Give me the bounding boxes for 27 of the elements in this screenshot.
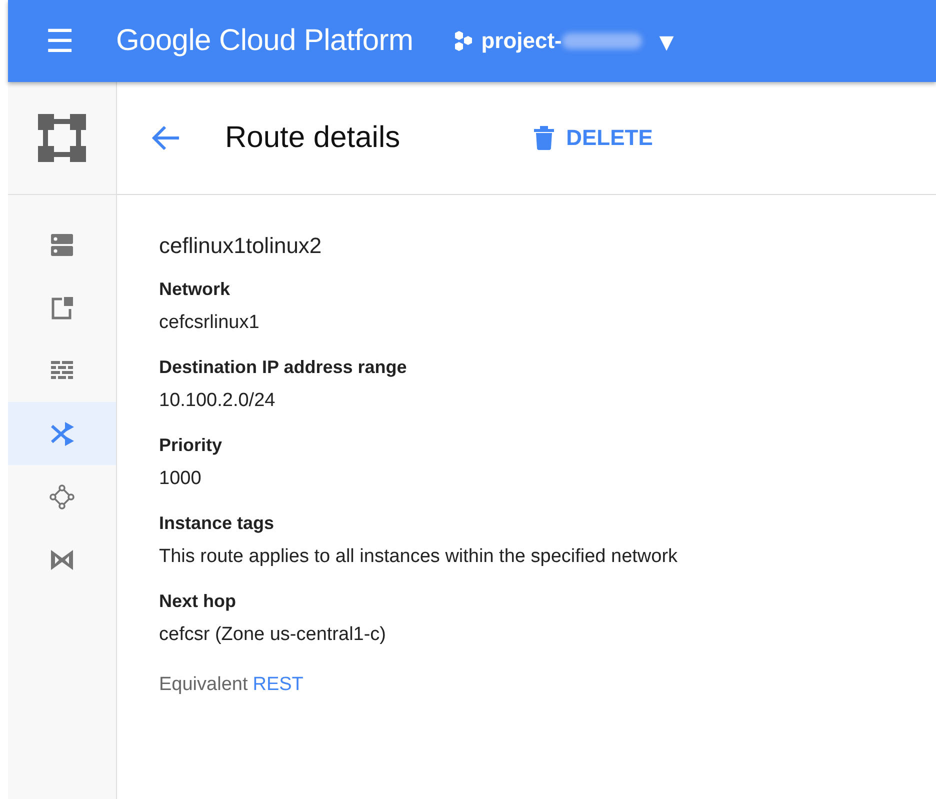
page-title: Route details	[225, 121, 400, 155]
nodes-icon	[49, 484, 75, 510]
product-title: Google Cloud Platform	[116, 24, 414, 58]
route-name: ceflinux1tolinux2	[159, 233, 323, 259]
delete-button[interactable]: DELETE	[534, 125, 653, 151]
equivalent-label: Equivalent	[159, 674, 248, 696]
field-value: cefcsrlinux1	[159, 312, 260, 334]
field-value: cefcsr (Zone us-central1-c)	[159, 624, 388, 646]
shuffle-icon	[49, 420, 75, 446]
field-label: Next hop	[159, 591, 238, 612]
menu-button[interactable]: ☰	[42, 25, 78, 57]
field-label: Instance tags	[159, 513, 276, 534]
project-selector[interactable]: project- ▾	[453, 26, 673, 56]
back-button[interactable]	[151, 125, 181, 151]
field-value: This route applies to all instances within the specified network	[159, 546, 679, 568]
sidebar-item[interactable]	[8, 402, 116, 465]
field-label: Priority	[159, 435, 224, 456]
field-label: Destination IP address range	[159, 357, 408, 378]
field-label: Network	[159, 279, 232, 300]
rest-link[interactable]: REST	[252, 674, 304, 696]
window-icon	[49, 294, 75, 320]
field-value: 1000	[159, 468, 202, 490]
field-value: 10.100.2.0/24	[159, 390, 276, 412]
network-icon	[36, 112, 88, 164]
trash-icon	[534, 126, 554, 150]
servers-icon	[49, 232, 75, 258]
back-arrow-icon	[151, 125, 181, 151]
